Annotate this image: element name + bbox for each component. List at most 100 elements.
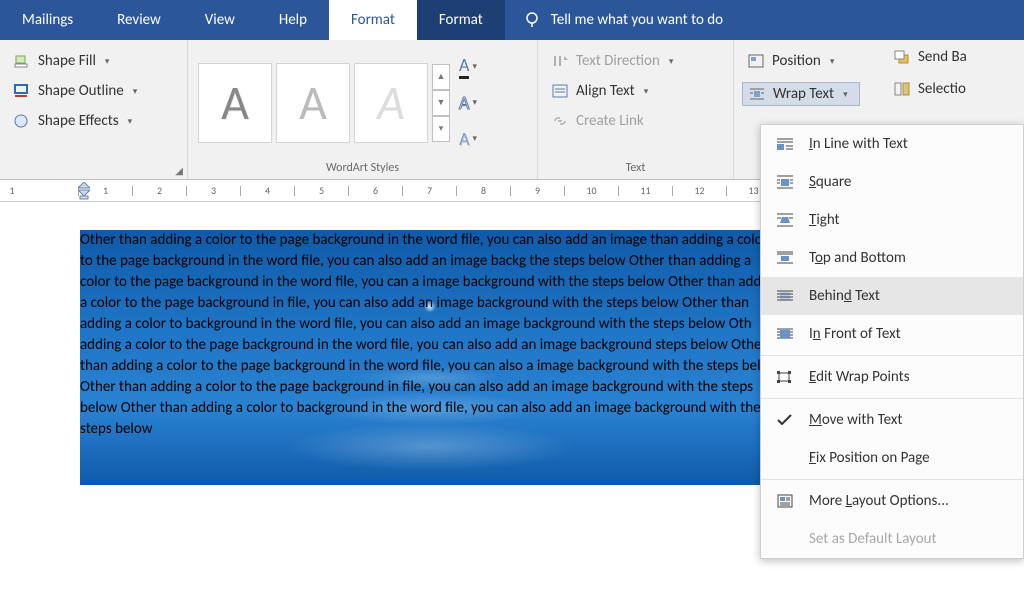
gallery-scroll-up[interactable]: ▲ xyxy=(432,64,450,90)
wrap-inline-item[interactable]: In Line with Text xyxy=(761,125,1023,163)
send-backward-label: Send Ba xyxy=(918,48,967,66)
wrap-tight-item[interactable]: Tight xyxy=(761,201,1023,239)
text-fill-button[interactable]: A xyxy=(454,52,482,82)
shape-effects-icon xyxy=(12,112,32,130)
selection-pane-button[interactable]: Selectio xyxy=(890,78,1024,100)
text-effects-button[interactable]: A xyxy=(454,124,482,154)
document-paragraph-1[interactable]: Other than adding a color to the page ba… xyxy=(80,230,780,440)
wordart-gallery: A A A ▲ ▼ ▾ xyxy=(196,57,450,149)
tell-me-label: Tell me what you want to do xyxy=(551,11,723,29)
wrap-tight-icon xyxy=(775,212,795,228)
tell-me-search[interactable]: Tell me what you want to do xyxy=(505,0,1024,40)
ruler-mark: 11 xyxy=(618,186,672,196)
shape-fill-icon xyxy=(12,52,32,70)
first-line-indent-marker[interactable] xyxy=(78,182,90,202)
wrap-front-icon xyxy=(775,326,795,342)
wrap-text-menu: In Line with Text Square Tight Top and B… xyxy=(760,124,1024,559)
link-icon xyxy=(550,112,570,130)
align-text-icon xyxy=(550,82,570,100)
menu-separator xyxy=(761,398,1023,399)
move-with-text-item[interactable]: Move with Text xyxy=(761,401,1023,439)
gallery-more[interactable]: ▾ xyxy=(432,116,450,142)
wordart-style-1[interactable]: A xyxy=(198,63,272,143)
ruler-mark: 2 xyxy=(132,186,186,196)
wordart-group-label: WordArt Styles xyxy=(196,161,529,177)
shape-effects-button[interactable]: Shape Effects xyxy=(8,110,141,132)
text-effects-stack: A A A xyxy=(450,46,486,160)
tab-format-picture[interactable]: Format xyxy=(329,0,417,40)
selection-pane-icon xyxy=(892,80,912,98)
wrap-top-bottom-item[interactable]: Top and Bottom xyxy=(761,239,1023,277)
ruler-mark: 8 xyxy=(456,186,510,196)
ruler-mark: 1 xyxy=(0,184,24,197)
align-text-button[interactable]: Align Text xyxy=(546,80,677,102)
tab-view[interactable]: View xyxy=(183,0,257,40)
shape-outline-icon xyxy=(12,82,32,100)
wrap-text-icon xyxy=(747,85,767,103)
page: Other than adding a color to the page ba… xyxy=(80,230,780,472)
text-group-label: Text xyxy=(546,161,725,177)
set-default-layout-item: Set as Default Layout xyxy=(761,520,1023,558)
checkmark-icon xyxy=(775,412,795,428)
shape-fill-label: Shape Fill xyxy=(38,52,96,70)
wordart-style-2[interactable]: A xyxy=(276,63,350,143)
ruler-mark: 5 xyxy=(294,186,348,196)
dialog-launcher-icon[interactable]: ◢ xyxy=(175,164,183,177)
menu-separator xyxy=(761,479,1023,480)
blank-icon xyxy=(775,531,795,547)
shape-styles-group: Shape Fill Shape Outline Shape Effects ◢ xyxy=(0,40,188,179)
menu-separator xyxy=(761,355,1023,356)
ruler-mark: 4 xyxy=(240,186,294,196)
ruler-mark: 7 xyxy=(402,186,456,196)
shape-outline-button[interactable]: Shape Outline xyxy=(8,80,141,102)
ruler-mark: 10 xyxy=(564,186,618,196)
wrap-text-button[interactable]: Wrap Text xyxy=(742,82,860,106)
selection-pane-label: Selectio xyxy=(918,80,966,98)
text-direction-icon xyxy=(550,52,570,70)
tab-mailings[interactable]: Mailings xyxy=(0,0,95,40)
shape-fill-button[interactable]: Shape Fill xyxy=(8,50,141,72)
ruler-mark: 6 xyxy=(348,186,402,196)
wrap-behind-text-item[interactable]: Behind Text xyxy=(761,277,1023,315)
wrap-text-label: Wrap Text xyxy=(773,85,834,103)
wrap-square-icon xyxy=(775,174,795,190)
ruler-mark: 12 xyxy=(672,186,726,196)
shape-effects-label: Shape Effects xyxy=(38,112,119,130)
position-label: Position xyxy=(772,52,821,70)
position-icon xyxy=(746,52,766,70)
text-group: Text Direction Align Text Create Link Te… xyxy=(538,40,734,179)
blank-icon xyxy=(775,450,795,466)
lightbulb-icon xyxy=(523,11,541,29)
gallery-scroll: ▲ ▼ ▾ xyxy=(432,64,450,142)
wrap-top-bottom-icon xyxy=(775,250,795,266)
wordart-style-3[interactable]: A xyxy=(354,63,428,143)
ribbon-tab-bar: Mailings Review View Help Format Format … xyxy=(0,0,1024,40)
set-default-label: Set as Default Layout xyxy=(809,530,937,548)
fix-position-item[interactable]: Fix Position on Page xyxy=(761,439,1023,477)
edit-wrap-points-icon xyxy=(775,369,795,385)
text-direction-button[interactable]: Text Direction xyxy=(546,50,677,72)
more-layout-icon xyxy=(775,493,795,509)
more-layout-options-item[interactable]: More Layout Options... xyxy=(761,482,1023,520)
align-text-label: Align Text xyxy=(576,82,635,100)
shape-outline-label: Shape Outline xyxy=(38,82,124,100)
send-backward-button[interactable]: Send Ba xyxy=(890,46,1024,68)
text-outline-button[interactable]: A xyxy=(454,88,482,118)
position-button[interactable]: Position xyxy=(742,50,860,72)
wrap-behind-icon xyxy=(775,288,795,304)
wrap-inline-icon xyxy=(775,136,795,152)
wrap-in-front-item[interactable]: In Front of Text xyxy=(761,315,1023,353)
gallery-scroll-down[interactable]: ▼ xyxy=(432,90,450,116)
create-link-button[interactable]: Create Link xyxy=(546,110,677,132)
tab-help[interactable]: Help xyxy=(257,0,329,40)
text-direction-label: Text Direction xyxy=(576,52,660,70)
tab-review[interactable]: Review xyxy=(95,0,183,40)
edit-wrap-points-item[interactable]: Edit Wrap Points xyxy=(761,358,1023,396)
send-backward-icon xyxy=(892,48,912,66)
ruler-mark: 3 xyxy=(186,186,240,196)
ruler-mark: 9 xyxy=(510,186,564,196)
create-link-label: Create Link xyxy=(576,112,644,130)
wordart-styles-group: A A A ▲ ▼ ▾ A A A WordArt Styles xyxy=(188,40,538,179)
wrap-square-item[interactable]: Square xyxy=(761,163,1023,201)
tab-format-drawing[interactable]: Format xyxy=(417,0,505,40)
